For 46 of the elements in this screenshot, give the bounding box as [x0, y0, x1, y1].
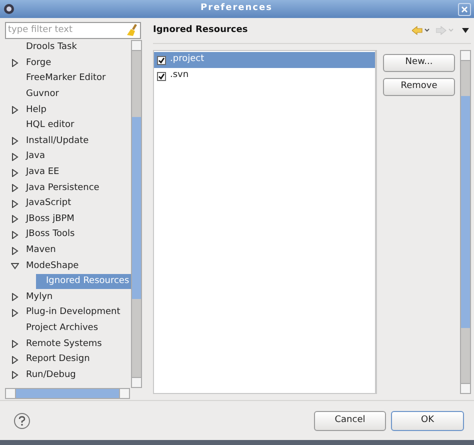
tree-item[interactable]: Run/Debug: [24, 368, 78, 383]
window-title: Preferences: [200, 2, 274, 16]
tree-item[interactable]: Java EE: [24, 165, 62, 180]
dialog-button[interactable]: Cancel: [314, 410, 386, 430]
dropdown-icon[interactable]: [462, 28, 469, 33]
app-icon: [3, 3, 15, 15]
vertical-scrollbar[interactable]: [131, 40, 142, 388]
collapsed-arrow-icon[interactable]: [11, 106, 19, 114]
collapsed-arrow-icon[interactable]: [11, 59, 19, 68]
tree-item[interactable]: JavaScript: [24, 196, 74, 212]
tree-item[interactable]: Plug-in Development: [24, 305, 122, 320]
tree-item[interactable]: ModeShape: [24, 258, 81, 274]
dialog-button[interactable]: OK: [391, 410, 464, 430]
vertical-scrollbar[interactable]: [460, 50, 471, 394]
filter-field[interactable]: type filter text: [5, 22, 141, 39]
tree-item[interactable]: Project Archives: [24, 320, 100, 336]
page-title: Ignored Resources: [153, 24, 249, 37]
tree-item[interactable]: JBoss Tools: [24, 227, 77, 242]
tree-item[interactable]: Install/Update: [24, 134, 91, 149]
tree-item[interactable]: Java Persistence: [24, 180, 102, 196]
tree-item[interactable]: Mylyn: [24, 290, 55, 305]
help-button[interactable]: [14, 412, 30, 428]
tree-item[interactable]: Maven: [24, 243, 58, 258]
tree-item[interactable]: Help: [24, 102, 49, 118]
tree-item[interactable]: JBoss jBPM: [24, 212, 76, 227]
close-button[interactable]: [458, 2, 471, 16]
tree-item[interactable]: FreeMarker Editor: [24, 71, 108, 86]
checkbox[interactable]: [157, 56, 166, 64]
help-icon: [18, 416, 26, 426]
horizontal-scrollbar[interactable]: [5, 388, 130, 399]
side-button[interactable]: Remove: [383, 78, 455, 96]
tree-item[interactable]: Guvnor: [24, 87, 61, 102]
broom-icon[interactable]: [127, 24, 138, 37]
tree-item[interactable]: Java: [24, 149, 48, 164]
back-arrow-icon[interactable]: [412, 26, 430, 35]
tree-item[interactable]: Drools Task: [24, 40, 79, 56]
checkbox[interactable]: [157, 72, 166, 80]
tree-item[interactable]: Report Design: [24, 352, 92, 368]
close-icon: [461, 6, 468, 12]
filter-input[interactable]: type filter text: [8, 24, 127, 38]
tree-item[interactable]: Forge: [24, 56, 54, 71]
tree-item[interactable]: Remote Systems: [24, 336, 104, 352]
list-item[interactable]: .svn: [154, 68, 375, 84]
side-button[interactable]: New...: [383, 54, 455, 72]
tree-item[interactable]: HQL editor: [24, 118, 76, 134]
expanded-arrow-icon[interactable]: [11, 262, 19, 270]
